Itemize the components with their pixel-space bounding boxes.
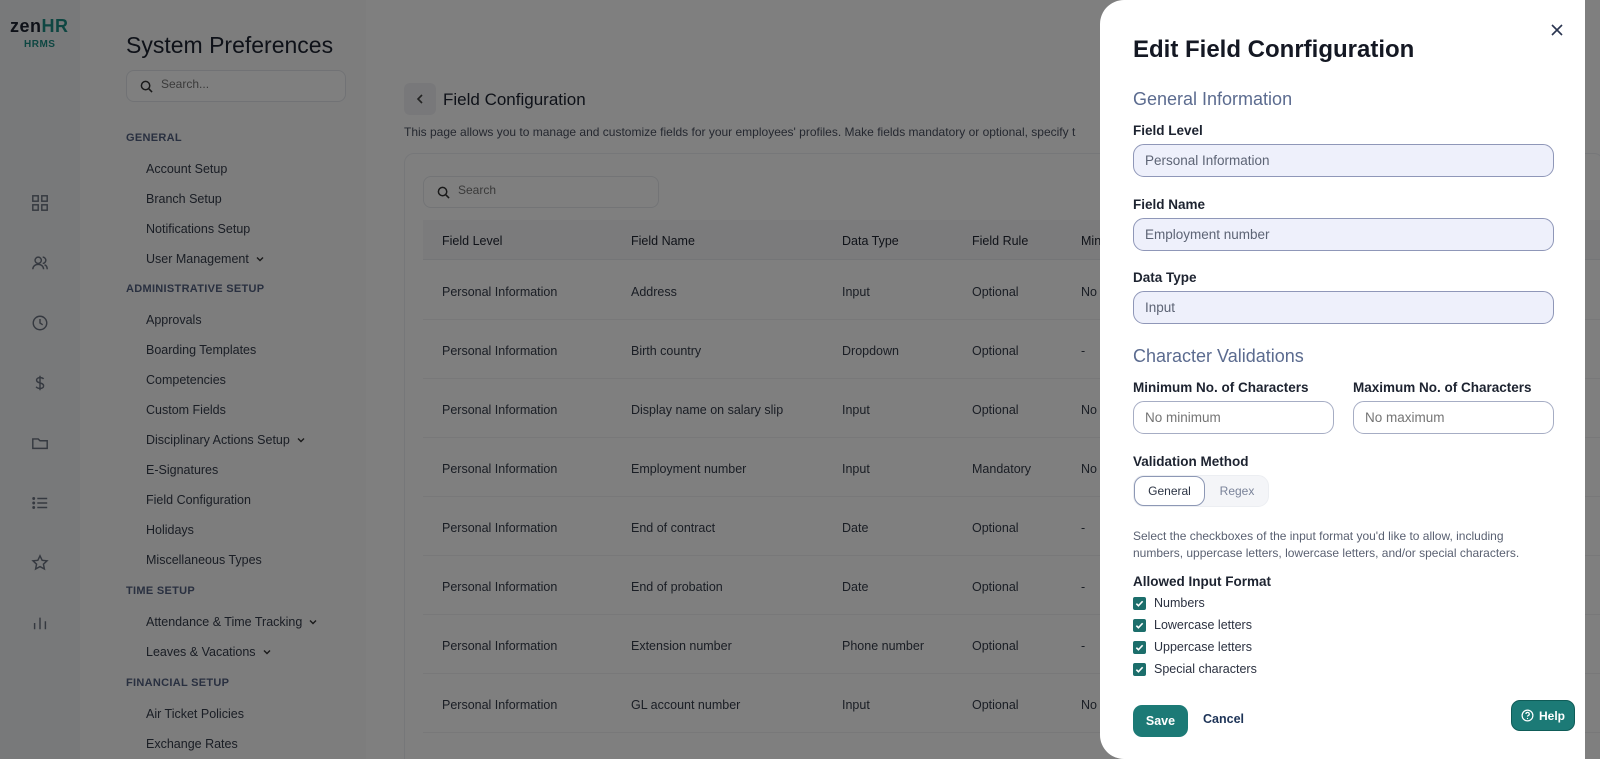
min-characters-label: Minimum No. of Characters <box>1133 380 1309 395</box>
data-type-input[interactable] <box>1133 291 1554 324</box>
question-circle-icon <box>1521 709 1534 722</box>
data-type-value[interactable] <box>1134 292 1553 323</box>
method-regex-option[interactable]: Regex <box>1206 476 1268 506</box>
panel-title: Edit Field Conrfiguration <box>1133 36 1415 63</box>
cancel-button[interactable]: Cancel <box>1203 712 1244 726</box>
data-type-label: Data Type <box>1133 270 1197 285</box>
allowed-input-format-label: Allowed Input Format <box>1133 574 1271 589</box>
help-button[interactable]: Help <box>1511 700 1575 731</box>
field-name-label: Field Name <box>1133 197 1206 212</box>
close-button[interactable] <box>1548 21 1566 39</box>
edit-field-panel: Edit Field Conrfiguration General Inform… <box>1100 0 1585 759</box>
min-characters-field[interactable] <box>1133 401 1334 434</box>
close-icon <box>1551 24 1563 36</box>
format-numbers-checkbox[interactable]: Numbers <box>1133 596 1205 610</box>
checkbox-checked-icon[interactable] <box>1133 618 1146 632</box>
checkbox-checked-icon[interactable] <box>1133 640 1146 654</box>
field-name-input[interactable] <box>1133 218 1554 251</box>
max-characters-label: Maximum No. of Characters <box>1353 380 1532 395</box>
validation-method-label: Validation Method <box>1133 454 1249 469</box>
checkbox-checked-icon[interactable] <box>1133 596 1146 610</box>
save-button[interactable]: Save <box>1133 705 1188 737</box>
field-level-input[interactable] <box>1133 144 1554 177</box>
general-information-heading: General Information <box>1133 89 1293 109</box>
checkbox-checked-icon[interactable] <box>1133 662 1146 676</box>
method-general-option[interactable]: General <box>1134 476 1205 506</box>
character-validations-heading: Character Validations <box>1133 346 1304 366</box>
validation-method-toggle: General Regex <box>1133 475 1269 507</box>
field-level-label: Field Level <box>1133 123 1203 138</box>
format-uppercase-checkbox[interactable]: Uppercase letters <box>1133 640 1252 654</box>
field-name-value[interactable] <box>1134 219 1553 250</box>
input-format-helper: Select the checkboxes of the input forma… <box>1133 529 1520 560</box>
max-characters-input[interactable] <box>1354 402 1553 433</box>
min-characters-input[interactable] <box>1134 402 1333 433</box>
format-lowercase-checkbox[interactable]: Lowercase letters <box>1133 618 1252 632</box>
format-special-checkbox[interactable]: Special characters <box>1133 662 1257 676</box>
field-level-value[interactable] <box>1134 145 1553 176</box>
max-characters-field[interactable] <box>1353 401 1554 434</box>
